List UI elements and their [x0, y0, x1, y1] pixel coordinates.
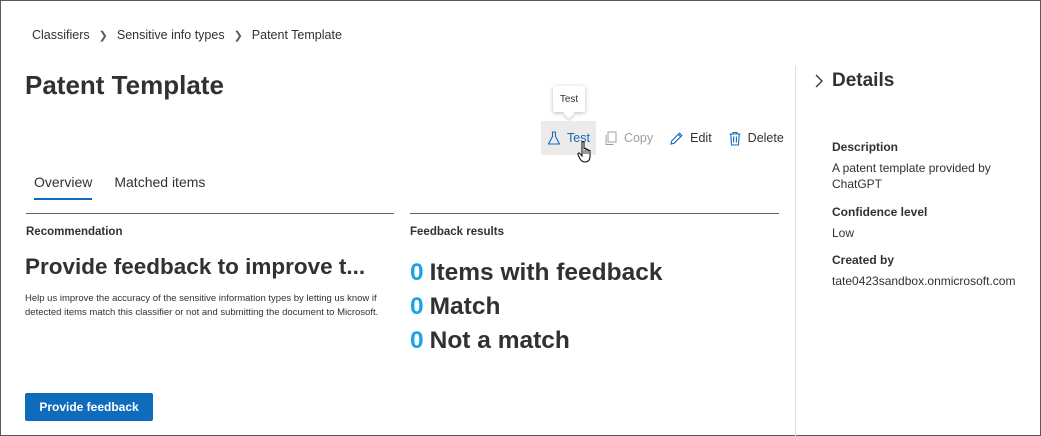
created-by-label: Created by	[832, 253, 895, 267]
description-value: A patent template provided by ChatGPT	[832, 161, 991, 191]
pencil-icon	[670, 131, 683, 145]
tab-matched-items[interactable]: Matched items	[106, 172, 213, 200]
details-title: Details	[832, 70, 895, 91]
feedback-not-match-count: 0	[410, 327, 424, 354]
feedback-match-label: Match	[429, 293, 501, 320]
flask-icon	[547, 130, 561, 145]
feedback-divider	[410, 213, 779, 214]
details-pane-divider	[795, 66, 796, 436]
created-by-value: tate0423sandbox.onmicrosoft.com	[832, 274, 1016, 288]
chevron-right-icon: ❯	[98, 29, 108, 42]
copy-button-label: Copy	[623, 131, 654, 145]
recommendation-title: Provide feedback to improve t...	[25, 254, 366, 279]
tab-bar: Overview Matched items	[26, 172, 219, 200]
breadcrumb-current: Patent Template	[251, 28, 342, 42]
chevron-right-icon: ❯	[233, 29, 243, 42]
delete-button[interactable]: Delete	[720, 121, 792, 155]
feedback-items-row: 0 Items with feedback	[410, 259, 662, 287]
breadcrumb-classifiers[interactable]: Classifiers	[32, 28, 90, 42]
feedback-match-row: 0 Match	[410, 293, 500, 321]
feedback-items-label: Items with feedback	[429, 259, 663, 286]
tab-overview[interactable]: Overview	[26, 172, 100, 200]
confidence-level-label: Confidence level	[832, 205, 928, 219]
description-label: Description	[832, 140, 899, 154]
details-header[interactable]: Details	[814, 70, 894, 92]
recommendation-divider	[26, 213, 394, 214]
feedback-not-match-row: 0 Not a match	[410, 327, 570, 355]
edit-button[interactable]: Edit	[661, 121, 720, 155]
provide-feedback-button[interactable]: Provide feedback	[25, 393, 153, 421]
chevron-right-icon	[815, 74, 823, 88]
breadcrumb: Classifiers ❯ Sensitive info types ❯ Pat…	[32, 28, 342, 42]
confidence-level-value: Low	[832, 226, 855, 240]
copy-icon	[605, 131, 617, 145]
trash-icon	[729, 131, 741, 146]
feedback-results-label: Feedback results	[410, 226, 504, 238]
test-tooltip: Test	[553, 86, 585, 112]
hand-cursor-icon	[577, 141, 591, 163]
recommendation-description: Help us improve the accuracy of the sens…	[25, 293, 379, 318]
page-title: Patent Template	[25, 70, 224, 100]
feedback-items-count: 0	[410, 259, 424, 286]
feedback-not-match-label: Not a match	[429, 327, 570, 354]
edit-button-label: Edit	[690, 131, 712, 145]
delete-button-label: Delete	[747, 131, 784, 145]
recommendation-label: Recommendation	[26, 226, 123, 238]
feedback-match-count: 0	[410, 293, 424, 320]
copy-button[interactable]: Copy	[596, 121, 661, 155]
breadcrumb-sensitive-info-types[interactable]: Sensitive info types	[117, 28, 225, 42]
